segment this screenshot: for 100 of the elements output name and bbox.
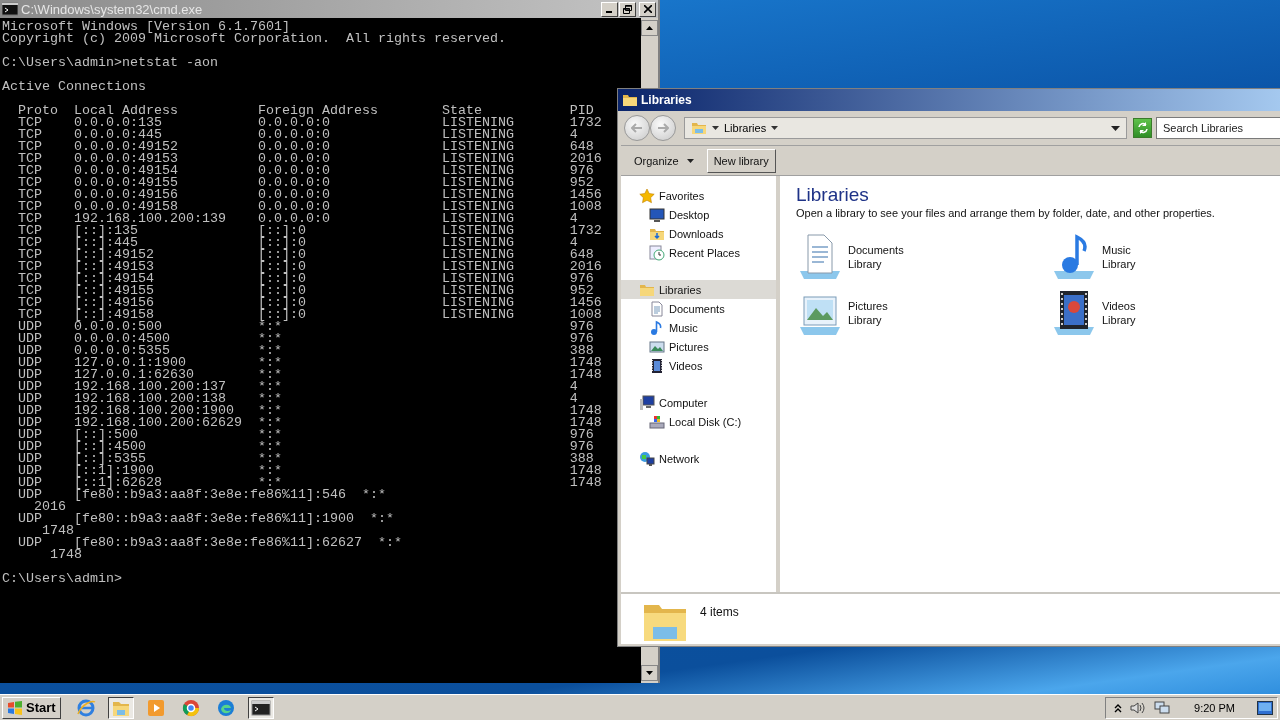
caret-icon (771, 126, 779, 130)
window-title: Libraries (641, 93, 692, 107)
console-line: TCP [::]:49158 [::]:0 LISTENING 1008 (17, 309, 602, 321)
nav-item[interactable]: Libraries (621, 280, 776, 299)
drive-icon (649, 413, 665, 430)
start-button[interactable]: Start (2, 696, 61, 719)
caret-icon (712, 126, 719, 130)
breadcrumb[interactable]: Libraries (724, 122, 767, 134)
console-line: TCP [::]:49152 [::]:0 LISTENING 648 (17, 249, 594, 261)
console-line: TCP 0.0.0.0:135 0.0.0.0:0 LISTENING 1732 (17, 117, 602, 129)
new-library-button[interactable]: New library (706, 148, 776, 173)
star-icon (639, 187, 655, 204)
network-icon[interactable] (1154, 700, 1171, 715)
organize-button[interactable]: Organize (627, 148, 701, 173)
forward-arrow-icon (657, 123, 669, 133)
computer-icon (639, 394, 655, 411)
console-line: UDP 127.0.0.1:1900 *:* 1748 (17, 357, 602, 369)
folder-icon (691, 120, 707, 136)
console-line: TCP 0.0.0.0:49153 0.0.0.0:0 LISTENING 2016 (17, 153, 602, 165)
caret-icon (686, 158, 694, 163)
maximize-button[interactable] (619, 1, 636, 17)
speaker-icon[interactable] (1130, 700, 1147, 715)
console-line: UDP [::]:4500 *:* 976 (17, 441, 594, 453)
restore-icon (623, 4, 632, 14)
console-line: TCP [::]:49153 [::]:0 LISTENING 2016 (17, 261, 602, 273)
minimize-button[interactable] (601, 1, 618, 17)
console-line: UDP [fe80::b9a3:aa8f:3e8e:fe86%11]:62627 *:* (17, 537, 402, 549)
library-item[interactable]: Music Library (1050, 233, 1280, 281)
console-line: TCP [::]:49155 [::]:0 LISTENING 952 (17, 285, 594, 297)
taskbar-button[interactable] (107, 696, 134, 719)
console-line: TCP 0.0.0.0:49156 0.0.0.0:0 LISTENING 1456 (17, 189, 602, 201)
library-item[interactable]: Documents Library (796, 233, 1050, 281)
nav-item[interactable]: Desktop (621, 205, 776, 224)
taskbar-button[interactable] (247, 696, 274, 719)
refresh-button[interactable] (1133, 118, 1152, 138)
console-line: UDP [fe80::b9a3:aa8f:3e8e:fe86%11]:546 *:* (17, 489, 386, 501)
back-arrow-icon (631, 123, 643, 133)
library-item[interactable]: Videos Library (1050, 289, 1280, 337)
dropdown-arrow-icon[interactable] (1111, 125, 1120, 131)
window-title: C:\Windows\system32\cmd.exe (21, 1, 204, 17)
console-line: TCP 0.0.0.0:49158 0.0.0.0:0 LISTENING 1008 (17, 201, 602, 213)
address-bar[interactable]: Libraries (684, 117, 1127, 139)
monitor-icon (649, 206, 665, 223)
console-line: TCP 192.168.100.200:139 0.0.0.0:0 LISTENING 4 (17, 213, 578, 225)
console-line: UDP 0.0.0.0:5355 *:* 388 (17, 345, 594, 357)
console-line: Active Connections (2, 81, 146, 93)
console-line: TCP 0.0.0.0:49155 0.0.0.0:0 LISTENING 952 (17, 177, 594, 189)
console-line: TCP [::]:49154 [::]:0 LISTENING 976 (17, 273, 594, 285)
console-line: TCP [::]:135 [::]:0 LISTENING 1732 (17, 225, 602, 237)
console-line: TCP [::]:49156 [::]:0 LISTENING 1456 (17, 297, 602, 309)
console-line: UDP [::1]:62628 *:* 1748 (17, 477, 602, 489)
document-icon (649, 300, 665, 317)
nav-item[interactable]: Documents (621, 299, 776, 318)
console-line: Copyright (c) 2009 Microsoft Corporation. All rights reserved. (2, 33, 506, 45)
console-line: Proto Local Address Foreign Address State PID (17, 105, 594, 117)
close-button[interactable] (639, 1, 656, 17)
item-count: 4 items (700, 605, 739, 619)
picture-icon (649, 338, 665, 355)
refresh-icon (1136, 122, 1149, 134)
nav-item[interactable]: Videos (621, 356, 776, 375)
console-line: 1748 (49, 549, 82, 561)
console-line: 1748 (42, 525, 74, 537)
console-line: UDP 127.0.0.1:62630 *:* 1748 (17, 369, 602, 381)
terminal-icon (2, 1, 18, 17)
console-line: UDP [::]:5355 *:* 388 (17, 453, 594, 465)
console-line: UDP 0.0.0.0:4500 *:* 976 (17, 333, 594, 345)
browser-icon (215, 697, 236, 718)
clock-icon (649, 244, 665, 261)
nav-item[interactable]: Computer (621, 393, 776, 412)
console-line: UDP 0.0.0.0:500 *:* 976 (17, 321, 594, 333)
nav-item[interactable]: Local Disk (C:) (621, 412, 776, 431)
search-field[interactable]: Search Libraries (1156, 117, 1280, 139)
console-line: TCP 0.0.0.0:49154 0.0.0.0:0 LISTENING 976 (17, 165, 594, 177)
nav-item[interactable]: Recent Places (621, 243, 776, 262)
console-line: UDP 192.168.100.200:138 *:* 4 (17, 393, 578, 405)
nav-item[interactable]: Favorites (621, 186, 776, 205)
nav-item[interactable]: Network (621, 449, 776, 468)
nav-item[interactable]: Downloads (621, 224, 776, 243)
nav-item[interactable]: Music (621, 318, 776, 337)
console-line: UDP [fe80::b9a3:aa8f:3e8e:fe86%11]:1900 *:* (17, 513, 394, 525)
folder-icon (622, 92, 638, 108)
chevron-up-icon[interactable] (1114, 702, 1123, 713)
console-line: 2016 (34, 501, 66, 513)
library-item[interactable]: Pictures Library (796, 289, 1050, 337)
console-line: TCP 0.0.0.0:49152 0.0.0.0:0 LISTENING 648 (17, 141, 594, 153)
windows-flag-icon (7, 700, 23, 715)
console-line: UDP [::]:500 *:* 976 (17, 429, 594, 441)
console-line: UDP 192.168.100.200:62629 *:* 1748 (17, 417, 602, 429)
console-line: UDP [::1]:1900 *:* 1748 (17, 465, 602, 477)
page-heading: Libraries (796, 183, 870, 207)
console-line: C:\Users\admin> (2, 573, 122, 585)
clock[interactable]: 9:20 PM (1194, 701, 1235, 714)
film-icon (649, 357, 665, 374)
show-desktop-icon[interactable] (1257, 700, 1273, 715)
console-line: UDP 192.168.100.200:137 *:* 4 (17, 381, 578, 393)
console-line: C:\Users\admin>netstat -aon (2, 57, 218, 69)
console-line: TCP [::]:445 [::]:0 LISTENING 4 (17, 237, 578, 249)
description: Open a library to see your files and arrange them by folder, date, and other properties. (796, 207, 1216, 219)
browser-icon (75, 697, 96, 718)
nav-item[interactable]: Pictures (621, 337, 776, 356)
